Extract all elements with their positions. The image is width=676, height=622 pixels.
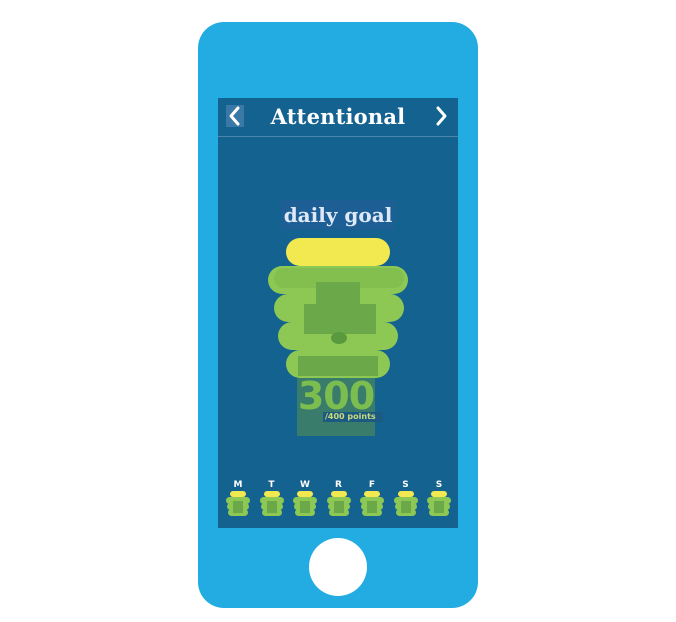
day-label: T xyxy=(268,480,275,490)
goal-label-container: daily goal xyxy=(218,200,458,230)
app-screen: Attentional daily goal 300 /400 points M… xyxy=(218,98,458,528)
day-item[interactable]: R xyxy=(324,478,354,524)
hive-entrance xyxy=(331,332,347,344)
points-display: 300 /400 points xyxy=(297,374,383,436)
day-label: R xyxy=(335,480,342,490)
day-label: F xyxy=(368,480,376,490)
day-item[interactable]: M xyxy=(223,478,253,524)
day-item[interactable]: W xyxy=(290,478,320,524)
hive-layer-top xyxy=(286,238,390,266)
day-item[interactable]: S xyxy=(424,478,454,524)
mini-hive-icon xyxy=(326,491,351,516)
page-title: Attentional xyxy=(270,104,406,129)
mini-hive-icon xyxy=(427,491,451,516)
day-label: S xyxy=(435,480,443,490)
chevron-right-icon xyxy=(436,106,447,126)
day-item[interactable]: F xyxy=(357,478,387,524)
home-button[interactable] xyxy=(309,538,367,596)
mini-hive-icon xyxy=(393,491,418,516)
hive-door xyxy=(304,304,376,334)
points-total: /400 points xyxy=(323,412,383,422)
mini-hive-icon xyxy=(360,491,384,516)
beehive-progress-icon xyxy=(268,238,408,378)
day-label: W xyxy=(300,480,310,490)
mini-hive-icon xyxy=(293,491,317,516)
day-label: M xyxy=(233,480,243,490)
next-button[interactable] xyxy=(432,105,450,127)
top-bar: Attentional xyxy=(218,98,458,137)
phone-frame: Attentional daily goal 300 /400 points M… xyxy=(198,22,478,608)
day-label: S xyxy=(402,480,409,490)
daily-goal-label: daily goal xyxy=(280,200,396,230)
day-item[interactable]: T xyxy=(257,478,287,524)
day-item[interactable]: S xyxy=(391,478,421,524)
mini-hive-icon xyxy=(226,491,250,516)
mini-hive-icon xyxy=(259,491,284,516)
week-tracker: MTWRFSS xyxy=(218,478,458,528)
